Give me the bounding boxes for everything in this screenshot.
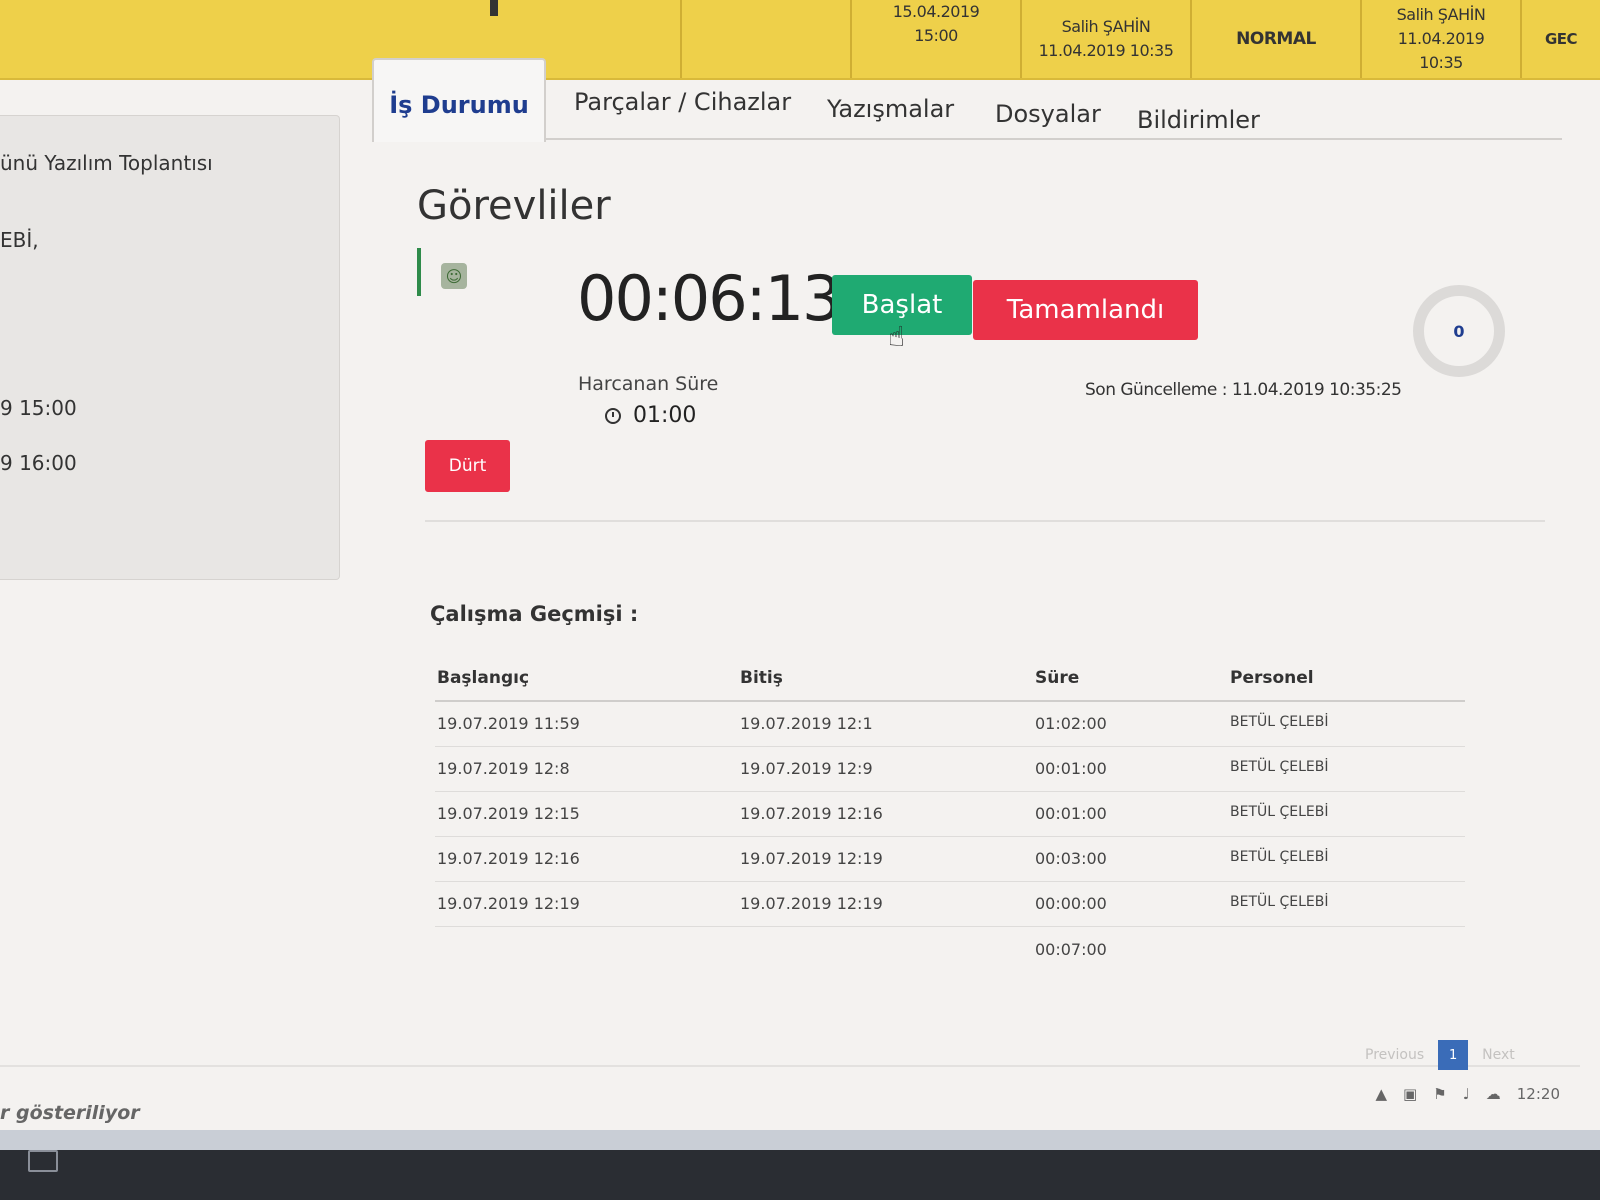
- spent-time-value: 01:00: [633, 403, 697, 428]
- cell-personnel: BETÜL ÇELEBİ: [1230, 894, 1329, 910]
- creator-name: Salih ŞAHİN: [1061, 17, 1151, 36]
- task-end: 9 16:00: [0, 451, 77, 475]
- cell-end: 19.07.2019 12:16: [740, 804, 883, 823]
- last-update: Son Güncelleme : 11.04.2019 10:35:25: [1085, 380, 1402, 400]
- due-date: 15.04.2019: [892, 2, 980, 21]
- divider: [0, 1065, 1580, 1067]
- task-view-icon[interactable]: [28, 1150, 58, 1172]
- due-time: 15:00: [914, 26, 958, 45]
- pagination: Previous 1 Next: [1365, 1040, 1515, 1070]
- cell-personnel: BETÜL ÇELEBİ: [1230, 714, 1329, 730]
- status-value: GEC: [1544, 30, 1578, 48]
- tab-parcalar-cihazlar[interactable]: Parçalar / Cihazlar: [574, 88, 791, 116]
- cell-duration: 00:00:00: [1035, 894, 1107, 913]
- timer-display: 00:06:13: [577, 262, 841, 335]
- network-icon[interactable]: ▣: [1403, 1085, 1417, 1103]
- assignee-names: EBİ,: [0, 228, 39, 252]
- cell-duration: 01:02:00: [1035, 714, 1107, 733]
- tab-is-durumu[interactable]: İş Durumu: [372, 58, 546, 142]
- tab-yazismalar[interactable]: Yazışmalar: [827, 95, 954, 123]
- cell-end: 19.07.2019 12:1: [740, 714, 873, 733]
- cell-start: 19.07.2019 12:8: [437, 759, 570, 778]
- cell-end: 19.07.2019 12:9: [740, 759, 873, 778]
- cloud-icon[interactable]: ☁: [1486, 1085, 1501, 1103]
- updater-name: Salih ŞAHİN: [1396, 5, 1486, 24]
- user-icon: ☺: [441, 263, 467, 289]
- cell-personnel: BETÜL ÇELEBİ: [1230, 804, 1329, 820]
- tray-clock[interactable]: 12:20: [1517, 1085, 1560, 1103]
- flag-icon[interactable]: ⚑: [1433, 1085, 1446, 1103]
- cell-end: 19.07.2019 12:19: [740, 849, 883, 868]
- table-info-text: r gösteriliyor: [0, 1102, 140, 1124]
- tab-bildirimler[interactable]: Bildirimler: [1137, 106, 1260, 134]
- page-1-button[interactable]: 1: [1438, 1040, 1469, 1070]
- column-header-end[interactable]: Bitiş: [740, 668, 783, 688]
- spent-time: 01:00: [605, 403, 696, 428]
- task-start: 9 15:00: [0, 396, 77, 420]
- cell-start: 19.07.2019 12:19: [437, 894, 580, 913]
- cell-start: 19.07.2019 12:16: [437, 849, 580, 868]
- cell-end: 19.07.2019 12:19: [740, 894, 883, 913]
- column-header-personnel[interactable]: Personel: [1230, 668, 1314, 688]
- cell-personnel: BETÜL ÇELEBİ: [1230, 849, 1329, 865]
- table-row: 19.07.2019 11:59 19.07.2019 12:1 01:02:0…: [435, 702, 1465, 747]
- progress-ring-value: 0: [1453, 321, 1465, 341]
- task-title: ünü Yazılım Toplantısı: [0, 151, 213, 175]
- cell-duration: 00:03:00: [1035, 849, 1107, 868]
- table-row: 19.07.2019 12:8 19.07.2019 12:9 00:01:00…: [435, 747, 1465, 792]
- spent-time-label: Harcanan Süre: [578, 373, 719, 395]
- nudge-button[interactable]: Dürt: [425, 440, 510, 492]
- history-table: Başlangıç Bitiş Süre Personel 19.07.2019…: [435, 660, 1465, 927]
- volume-icon[interactable]: ♩: [1463, 1085, 1470, 1103]
- tab-divider: [542, 138, 1562, 140]
- complete-button[interactable]: Tamamlandı: [973, 280, 1198, 340]
- cell-start: 19.07.2019 12:15: [437, 804, 580, 823]
- tab-dosyalar[interactable]: Dosyalar: [995, 100, 1101, 128]
- hand-cursor-icon: ☝: [888, 320, 906, 353]
- divider: [425, 520, 1545, 522]
- updater-date: 11.04.2019: [1397, 29, 1485, 48]
- table-row: 19.07.2019 12:15 19.07.2019 12:16 00:01:…: [435, 792, 1465, 837]
- priority-value: NORMAL: [1236, 29, 1316, 49]
- chevron-up-icon[interactable]: ▲: [1376, 1085, 1388, 1103]
- taskbar-edge: [0, 1130, 1600, 1150]
- clock-icon: [605, 407, 621, 424]
- column-handle[interactable]: [490, 0, 498, 16]
- history-title: Çalışma Geçmişi :: [430, 602, 639, 626]
- cell-personnel: BETÜL ÇELEBİ: [1230, 759, 1329, 775]
- total-duration: 00:07:00: [1035, 940, 1107, 959]
- assignee-status-bar: [417, 248, 421, 296]
- table-header: Başlangıç Bitiş Süre Personel: [435, 660, 1465, 702]
- previous-page-link[interactable]: Previous: [1365, 1047, 1424, 1063]
- cell-duration: 00:01:00: [1035, 759, 1107, 778]
- task-details-panel: ünü Yazılım Toplantısı EBİ, 9 15:00 9 16…: [0, 115, 340, 580]
- taskbar: [0, 1130, 1600, 1200]
- column-header-duration[interactable]: Süre: [1035, 668, 1079, 688]
- table-row: 19.07.2019 12:16 19.07.2019 12:19 00:03:…: [435, 837, 1465, 882]
- table-row: 19.07.2019 12:19 19.07.2019 12:19 00:00:…: [435, 882, 1465, 927]
- next-page-link[interactable]: Next: [1482, 1047, 1515, 1063]
- cell-start: 19.07.2019 11:59: [437, 714, 580, 733]
- section-title: Görevliler: [417, 183, 611, 229]
- system-tray: ▲ ▣ ⚑ ♩ ☁ 12:20: [1376, 1085, 1561, 1103]
- cell-duration: 00:01:00: [1035, 804, 1107, 823]
- column-header-start[interactable]: Başlangıç: [437, 668, 529, 688]
- tab-bar: İş Durumu Parçalar / Cihazlar Yazışmalar…: [372, 58, 1562, 142]
- progress-ring: 0: [1413, 285, 1505, 377]
